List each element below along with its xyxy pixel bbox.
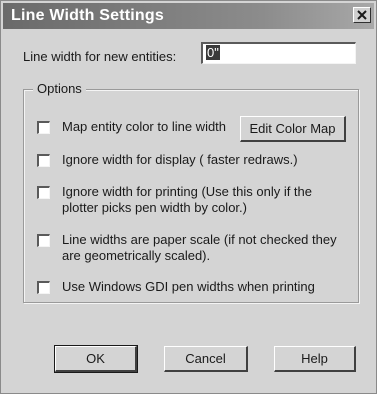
ok-button[interactable]: OK <box>54 345 138 373</box>
line-width-value: 0" <box>206 45 220 60</box>
line-width-settings-dialog: Line Width Settings Line width for new e… <box>0 0 377 394</box>
paper-scale-checkbox[interactable] <box>37 234 50 247</box>
close-icon <box>357 10 367 20</box>
ignore-printing-checkbox[interactable] <box>37 186 50 199</box>
ignore-display-checkbox[interactable] <box>37 154 50 167</box>
edit-color-map-button[interactable]: Edit Color Map <box>240 116 346 142</box>
map-color-checkbox[interactable] <box>37 121 50 134</box>
windows-gdi-label: Use Windows GDI pen widths when printing <box>62 279 315 294</box>
line-width-input[interactable]: 0" <box>201 42 356 64</box>
line-width-label: Line width for new entities: <box>23 49 177 64</box>
windows-gdi-checkbox[interactable] <box>37 281 50 294</box>
title-bar[interactable]: Line Width Settings <box>3 3 374 29</box>
ignore-printing-label: Ignore width for printing (Use this only… <box>62 184 313 215</box>
close-button[interactable] <box>353 7 371 23</box>
ignore-display-label: Ignore width for display ( faster redraw… <box>62 152 298 167</box>
help-button[interactable]: Help <box>274 346 356 372</box>
dialog-title: Line Width Settings <box>11 7 164 24</box>
paper-scale-label: Line widths are paper scale (if not chec… <box>62 232 337 263</box>
cancel-button[interactable]: Cancel <box>164 346 248 372</box>
options-group-label: Options <box>33 81 86 96</box>
